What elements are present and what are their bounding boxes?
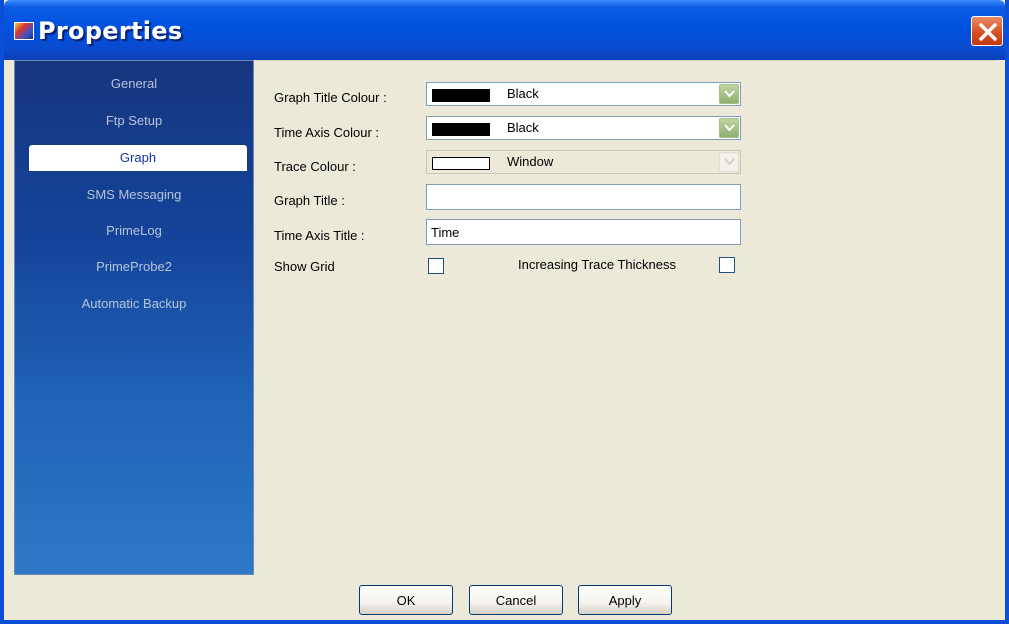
trace-colour-dropdown[interactable]: Window <box>426 150 741 174</box>
sidebar-item-automatic-backup[interactable]: Automatic Backup <box>15 291 253 317</box>
graph-title-colour-value: Black <box>507 86 539 101</box>
colour-swatch <box>432 157 490 170</box>
show-grid-label: Show Grid <box>274 259 335 274</box>
graph-settings-panel: Graph Title Colour : Black Time Axis Col… <box>256 60 996 575</box>
sidebar-item-sms-messaging[interactable]: SMS Messaging <box>15 182 253 208</box>
time-axis-colour-label: Time Axis Colour : <box>274 125 379 140</box>
dropdown-arrow-button[interactable] <box>719 84 739 104</box>
sidebar-item-primeprobe2[interactable]: PrimeProbe2 <box>15 254 253 280</box>
time-axis-colour-dropdown[interactable]: Black <box>426 116 741 140</box>
properties-window: Properties General Ftp Setup Graph SMS M… <box>0 0 1009 624</box>
graph-title-label: Graph Title : <box>274 193 345 208</box>
graph-title-colour-dropdown[interactable]: Black <box>426 82 741 106</box>
time-axis-title-input[interactable] <box>426 219 741 245</box>
sidebar-item-primelog[interactable]: PrimeLog <box>15 218 253 244</box>
trace-colour-label: Trace Colour : <box>274 159 356 174</box>
dropdown-arrow-button[interactable] <box>719 152 739 172</box>
cancel-button[interactable]: Cancel <box>469 585 563 615</box>
time-axis-title-label: Time Axis Title : <box>274 228 365 243</box>
ok-button[interactable]: OK <box>359 585 453 615</box>
sidebar-item-general[interactable]: General <box>15 71 253 97</box>
app-icon <box>14 22 34 40</box>
graph-title-input[interactable] <box>426 184 741 210</box>
colour-swatch <box>432 123 490 136</box>
show-grid-checkbox[interactable] <box>428 258 444 274</box>
dialog-body: General Ftp Setup Graph SMS Messaging Pr… <box>4 60 1005 620</box>
colour-swatch <box>432 89 490 102</box>
increasing-trace-thickness-label: Increasing Trace Thickness <box>518 257 676 272</box>
time-axis-colour-value: Black <box>507 120 539 135</box>
window-title: Properties <box>38 17 183 45</box>
sidebar-item-ftp-setup[interactable]: Ftp Setup <box>15 108 253 134</box>
sidebar-item-graph[interactable]: Graph <box>29 145 247 171</box>
dialog-footer: OK Cancel Apply <box>4 575 1005 620</box>
trace-colour-value: Window <box>507 154 554 169</box>
sidebar: General Ftp Setup Graph SMS Messaging Pr… <box>14 60 254 575</box>
graph-title-colour-label: Graph Title Colour : <box>274 90 387 105</box>
apply-button[interactable]: Apply <box>578 585 672 615</box>
close-button[interactable] <box>971 16 1003 46</box>
dropdown-arrow-button[interactable] <box>719 118 739 138</box>
title-bar[interactable]: Properties <box>4 0 1005 60</box>
increasing-trace-thickness-checkbox[interactable] <box>719 257 735 273</box>
